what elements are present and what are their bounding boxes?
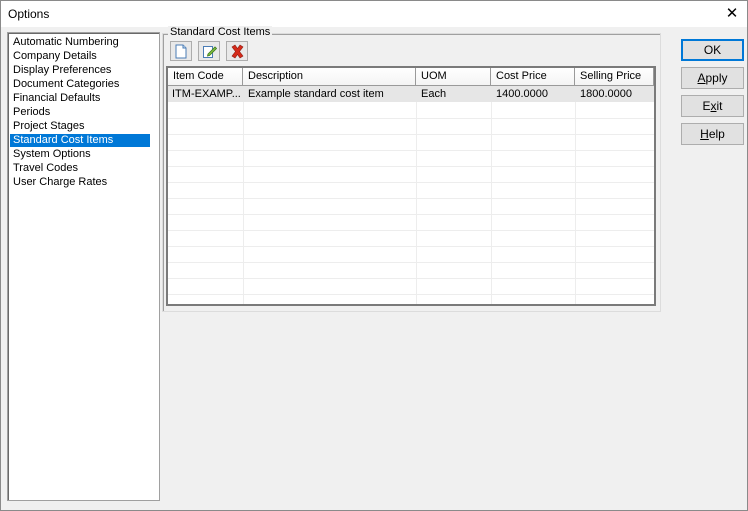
- cell-item-code: ITM-EXAMP...: [172, 88, 241, 100]
- exit-button[interactable]: Exit: [681, 95, 744, 117]
- edit-item-icon: [203, 46, 217, 58]
- apply-button[interactable]: Apply: [681, 67, 744, 89]
- ok-button[interactable]: OK: [681, 39, 744, 61]
- category-item[interactable]: System Options: [10, 148, 94, 161]
- cell-selling-price: 1800.0000: [580, 88, 632, 100]
- category-item[interactable]: Financial Defaults: [10, 92, 103, 105]
- grid-header: Item Code Description UOM Cost Price Sel…: [168, 68, 654, 86]
- window-title: Options: [8, 7, 50, 21]
- edit-item-button[interactable]: [198, 41, 220, 61]
- category-item[interactable]: Company Details: [10, 50, 100, 63]
- delete-item-icon: [231, 44, 244, 59]
- cell-cost-price: 1400.0000: [496, 88, 548, 100]
- delete-item-button[interactable]: [226, 41, 248, 61]
- table-row[interactable]: ITM-EXAMP... Example standard cost item …: [168, 86, 654, 102]
- cell-uom: Each: [421, 88, 447, 100]
- close-icon[interactable]: ✕: [721, 4, 743, 24]
- category-item-selected[interactable]: Standard Cost Items: [10, 134, 150, 147]
- category-list[interactable]: Automatic Numbering Company Details Disp…: [7, 32, 160, 501]
- category-item[interactable]: Periods: [10, 106, 53, 119]
- category-item[interactable]: Project Stages: [10, 120, 88, 133]
- help-label-accel: H: [700, 127, 709, 141]
- new-item-icon: [175, 44, 187, 59]
- group-label: Standard Cost Items: [168, 26, 273, 38]
- category-item[interactable]: Travel Codes: [10, 162, 81, 175]
- category-item[interactable]: User Charge Rates: [10, 176, 110, 189]
- category-item[interactable]: Document Categories: [10, 78, 122, 91]
- help-label-post: elp: [708, 127, 725, 141]
- apply-label-accel: A: [697, 71, 706, 85]
- category-item[interactable]: Automatic Numbering: [10, 36, 122, 49]
- category-item[interactable]: Display Preferences: [10, 64, 114, 77]
- column-header-description[interactable]: Description: [243, 68, 416, 85]
- exit-label-pre: E: [702, 99, 711, 113]
- cost-items-grid[interactable]: Item Code Description UOM Cost Price Sel…: [166, 66, 656, 306]
- column-header-uom[interactable]: UOM: [416, 68, 491, 85]
- ok-label: OK: [703, 43, 722, 57]
- new-item-button[interactable]: [170, 41, 192, 61]
- exit-label-post: it: [716, 99, 723, 113]
- cell-description: Example standard cost item: [248, 88, 384, 100]
- title-bar: Options ✕: [1, 1, 747, 27]
- column-header-cost-price[interactable]: Cost Price: [491, 68, 575, 85]
- column-header-item-code[interactable]: Item Code: [168, 68, 243, 85]
- help-button[interactable]: Help: [681, 123, 744, 145]
- apply-label-post: pply: [705, 71, 728, 85]
- column-header-selling-price[interactable]: Selling Price: [575, 68, 654, 85]
